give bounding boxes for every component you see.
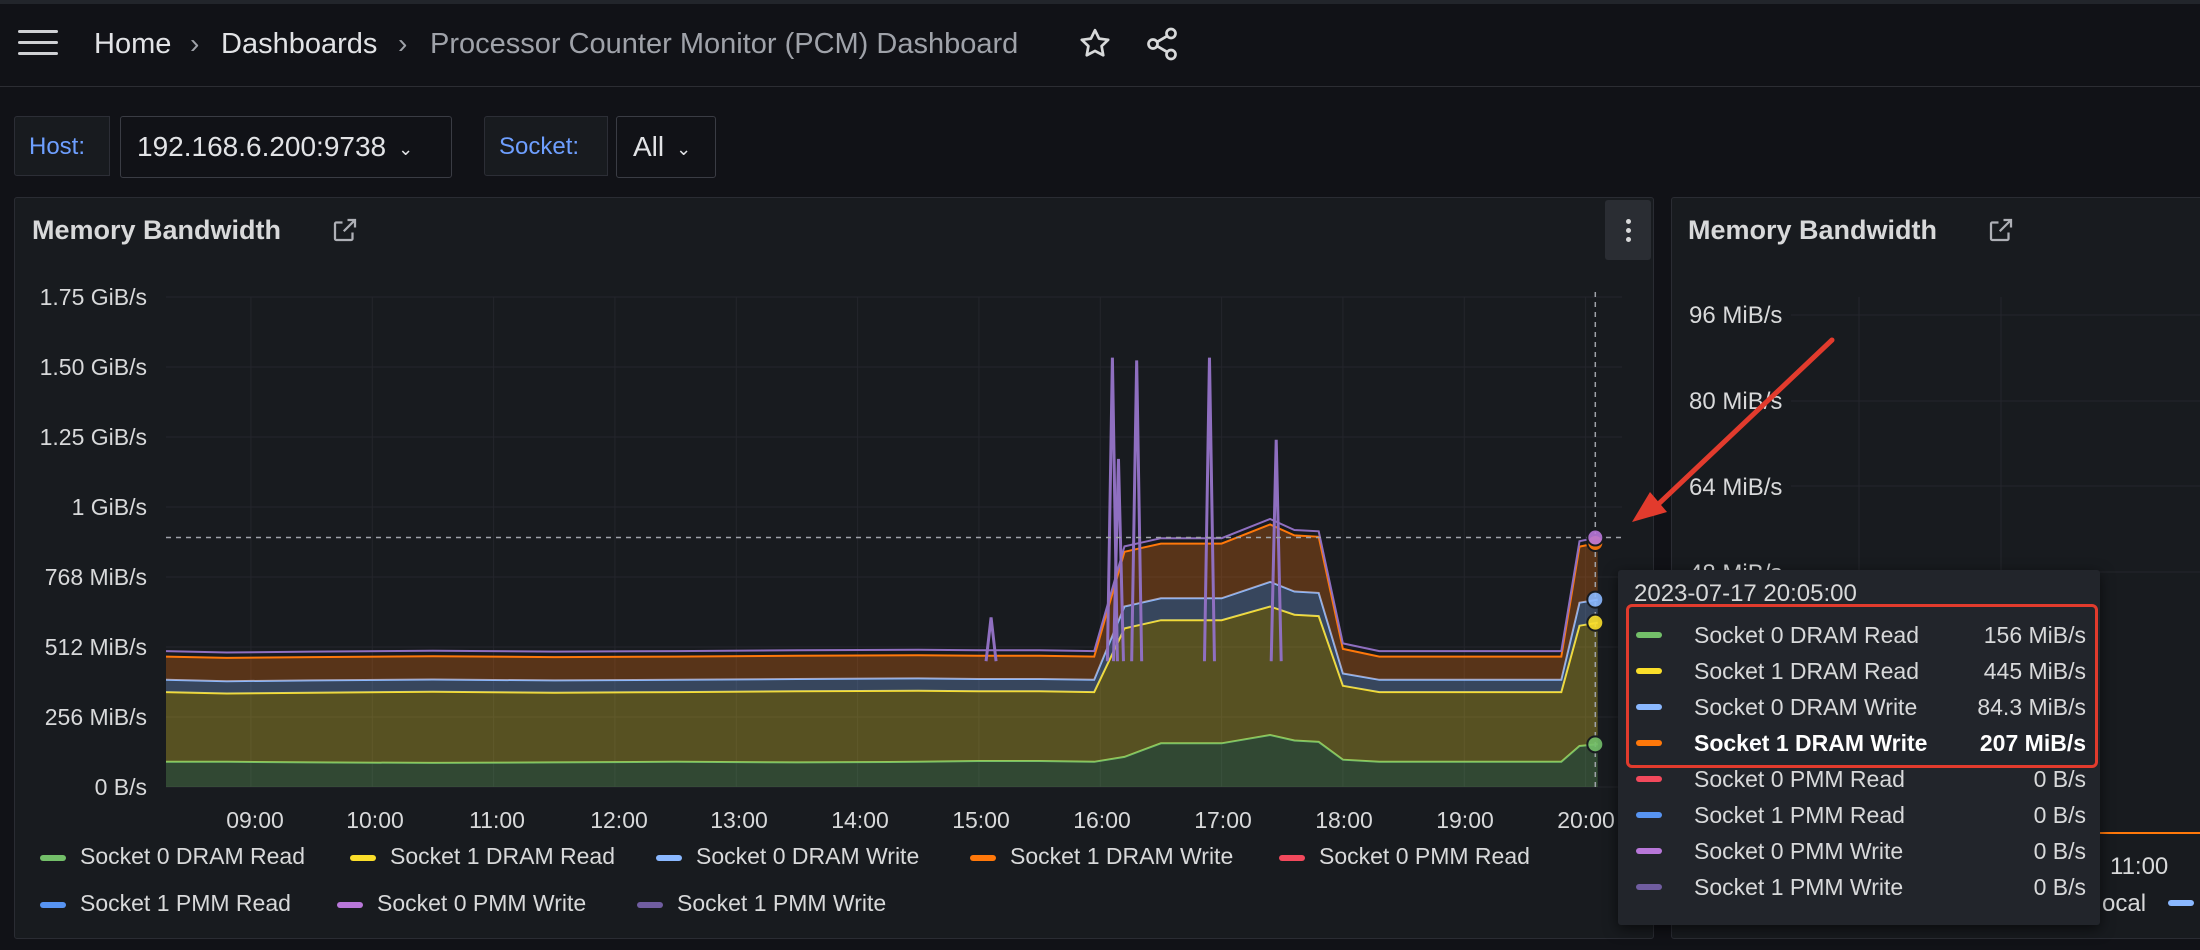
x-tick-label: 13:00 xyxy=(710,807,768,833)
legend-label: Socket 0 DRAM Write xyxy=(696,843,920,869)
tooltip-swatch xyxy=(1636,812,1662,818)
legend-item[interactable]: Socket 0 PMM Read xyxy=(1279,843,1530,870)
tooltip-row: Socket 0 PMM Write 0 B/s xyxy=(1636,834,2086,868)
breadcrumb-home[interactable]: Home xyxy=(94,24,171,64)
chevron-down-icon: ⌄ xyxy=(676,138,692,159)
host-select[interactable]: 192.168.6.200:9738 ⌄ xyxy=(120,116,452,178)
right-y-tick-label: 80 MiB/s xyxy=(1689,388,1783,415)
legend-item[interactable]: Socket 1 PMM Read xyxy=(40,890,291,917)
legend-swatch xyxy=(350,854,376,861)
y-tick-label: 256 MiB/s xyxy=(44,704,147,730)
chevron-down-icon: ⌄ xyxy=(398,138,414,159)
host-select-value: 192.168.6.200:9738 xyxy=(137,131,387,162)
x-tick-label: 18:00 xyxy=(1315,807,1373,833)
legend-item[interactable]: Socket 0 DRAM Write xyxy=(656,843,919,870)
x-tick-label: 15:00 xyxy=(952,807,1010,833)
host-variable-label: Host: xyxy=(14,116,110,176)
legend-swatch xyxy=(970,854,996,861)
tooltip-series-name: Socket 0 PMM Write xyxy=(1694,838,1904,864)
panel-title: Memory Bandwidth xyxy=(32,215,282,245)
socket-variable-label: Socket: xyxy=(484,116,608,176)
tooltip-series-name: Socket 0 PMM Read xyxy=(1694,766,1905,792)
tooltip-swatch xyxy=(1636,848,1662,854)
right-y-tick-label: 64 MiB/s xyxy=(1689,474,1783,501)
tooltip-swatch xyxy=(1636,776,1662,782)
y-tick-label: 1.50 GiB/s xyxy=(39,354,147,380)
x-tick-label: 11:00 xyxy=(469,807,525,833)
y-tick-label: 1.75 GiB/s xyxy=(39,284,147,310)
legend-label: Socket 0 DRAM Read xyxy=(80,843,305,869)
socket-select[interactable]: All ⌄ xyxy=(616,116,716,178)
legend-label: Socket 1 DRAM Write xyxy=(1010,843,1234,869)
right-y-tick-label: 96 MiB/s xyxy=(1689,302,1783,329)
x-tick-label: 17:00 xyxy=(1194,807,1252,833)
right-legend-fragment: ocal xyxy=(2102,890,2147,917)
x-tick-label: 16:00 xyxy=(1073,807,1131,833)
breadcrumb-current: Processor Counter Monitor (PCM) Dashboar… xyxy=(430,28,1019,60)
legend-swatch xyxy=(656,854,682,861)
y-tick-label: 1 GiB/s xyxy=(71,494,147,520)
tooltip-value: 0 B/s xyxy=(2033,838,2086,864)
breadcrumb-dashboards[interactable]: Dashboards xyxy=(221,24,377,64)
tooltip-value: 0 B/s xyxy=(2033,802,2086,828)
share-icon[interactable] xyxy=(1144,26,1180,62)
external-link-icon[interactable] xyxy=(330,215,360,245)
y-tick-label: 1.25 GiB/s xyxy=(39,424,147,450)
panel-menu-button[interactable] xyxy=(1605,200,1651,260)
socket-select-value: All xyxy=(633,131,665,162)
annotation-highlight-box xyxy=(1626,604,2098,768)
menu-icon[interactable] xyxy=(18,30,58,60)
tooltip-value: 0 B/s xyxy=(2033,766,2086,792)
x-tick-label: 14:00 xyxy=(831,807,889,833)
tooltip-row: Socket 1 PMM Write 0 B/s xyxy=(1636,870,2086,904)
tooltip-swatch xyxy=(1636,884,1662,890)
legend-swatch xyxy=(40,854,66,861)
x-tick-label: 19:00 xyxy=(1436,807,1494,833)
tooltip-row: Socket 1 PMM Read 0 B/s xyxy=(1636,798,2086,832)
top-nav-bar: Home › Dashboards › Processor Counter Mo… xyxy=(0,0,2200,87)
legend-item[interactable]: Socket 1 DRAM Write xyxy=(970,843,1233,870)
y-tick-label: 512 MiB/s xyxy=(44,634,147,660)
legend-label: Socket 0 PMM Read xyxy=(1319,843,1530,869)
tooltip-series-name: Socket 1 PMM Write xyxy=(1694,874,1904,900)
right-x-tick-label: 11:00 xyxy=(2110,853,2169,880)
legend-label: Socket 1 PMM Read xyxy=(80,890,291,916)
x-tick-label: 10:00 xyxy=(346,807,404,833)
tooltip-series-name: Socket 1 PMM Read xyxy=(1694,802,1905,828)
legend-swatch xyxy=(337,901,363,908)
right-legend-swatch xyxy=(2168,900,2194,906)
legend-label: Socket 0 PMM Write xyxy=(377,890,587,916)
star-icon[interactable] xyxy=(1077,26,1113,62)
y-tick-label: 0 B/s xyxy=(94,774,147,800)
y-tick-label: 768 MiB/s xyxy=(44,564,147,590)
legend-swatch xyxy=(1279,854,1305,861)
legend-label: Socket 1 PMM Write xyxy=(677,890,887,916)
legend-swatch xyxy=(40,901,66,908)
x-tick-label: 09:00 xyxy=(226,807,284,833)
legend-label: Socket 1 DRAM Read xyxy=(390,843,615,869)
top-edge xyxy=(0,0,2200,4)
legend-item[interactable]: Socket 1 PMM Write xyxy=(637,890,886,917)
x-tick-label: 12:00 xyxy=(590,807,648,833)
legend-item[interactable]: Socket 0 PMM Write xyxy=(337,890,586,917)
chevron-right-icon: › xyxy=(398,28,408,59)
tooltip-value: 0 B/s xyxy=(2033,874,2086,900)
legend-item[interactable]: Socket 1 DRAM Read xyxy=(350,843,615,870)
chevron-right-icon: › xyxy=(190,28,200,59)
legend-item[interactable]: Socket 0 DRAM Read xyxy=(40,843,305,870)
legend-swatch xyxy=(637,901,663,908)
